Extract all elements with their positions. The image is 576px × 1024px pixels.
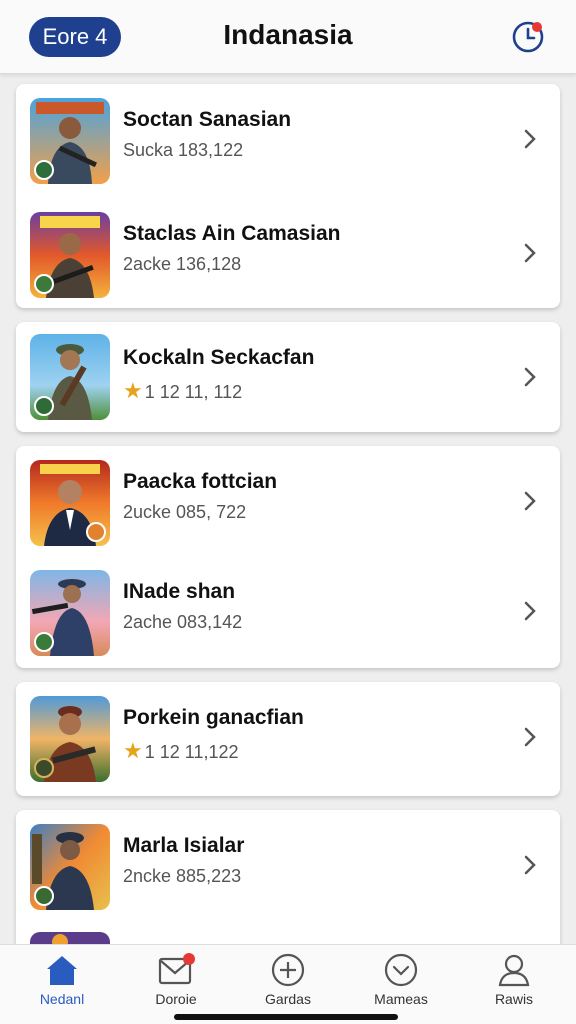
star-icon: ★ [123, 378, 143, 403]
game-stats: 2ucke 085, 722 [123, 502, 247, 522]
nav-tab-mail[interactable]: Doroie [126, 953, 226, 1019]
nav-label: Gardas [265, 991, 311, 1007]
chevron-right-icon [524, 243, 536, 263]
game-thumbnail-icon [30, 212, 110, 298]
chevron-right-icon [524, 727, 536, 747]
list-item[interactable]: Marla Isialar 2ncke 885,223 [16, 810, 560, 924]
game-thumbnail-icon [30, 696, 110, 782]
history-clock-icon[interactable] [511, 20, 545, 54]
game-stats: 2acke 136,128 [123, 254, 242, 274]
list-item[interactable]: Paacka fottcian 2ucke 085, 722 [16, 446, 560, 560]
chevron-right-icon [524, 855, 536, 875]
game-thumbnail-icon [30, 932, 110, 944]
list-card: Porkein ganacfian ★ 1 12 11,122 [16, 682, 560, 796]
game-thumbnail-icon [30, 824, 110, 910]
game-title: Staclas Ain Camasian [123, 222, 341, 245]
page-title: Indanasia [223, 19, 353, 50]
game-title: INade shan [123, 580, 236, 603]
game-thumbnail-icon [30, 460, 110, 546]
list-item[interactable]: Porkein ganacfian ★ 1 12 11,122 [16, 682, 560, 796]
star-icon: ★ [123, 738, 143, 763]
home-icon [47, 956, 77, 985]
game-title: Marla Isialar [123, 834, 245, 857]
bottom-nav: Nedanl Doroie Gardas Mameas Rawis [0, 944, 576, 1024]
nav-label: Nedanl [39, 991, 85, 1007]
rating-value: 1 12 11, 112 [144, 382, 243, 402]
list-item[interactable]: Staclas Ain Camasian 2acke 136,128 [16, 198, 560, 312]
plus-circle-icon [271, 953, 305, 987]
download-circle-icon [384, 953, 418, 987]
game-thumbnail-icon [30, 98, 110, 184]
list-card: Kockaln Seckacfan ★ 1 12 11, 112 [16, 322, 560, 432]
game-rating: ★ 1 12 11,122 [123, 738, 239, 764]
game-stats: 2ncke 885,223 [123, 866, 242, 886]
list-card: Paacka fottcian 2ucke 085, 722 INade sha… [16, 446, 560, 668]
list-card: Marla Isialar 2ncke 885,223 [16, 810, 560, 944]
game-list: Soctan Sanasian Sucka 183,122 Staclas Ai… [0, 74, 576, 944]
game-thumbnail-icon [30, 570, 110, 656]
game-title: Soctan Sanasian [123, 108, 292, 131]
game-stats: 2ache 083,142 [123, 612, 243, 632]
nav-label: Mameas [374, 991, 428, 1007]
game-title: Paacka fottcian [123, 470, 278, 493]
game-title: Kockaln Seckacfan [123, 346, 315, 369]
nav-tab-home[interactable]: Nedanl [12, 953, 112, 1019]
nav-tab-add[interactable]: Gardas [238, 953, 338, 1019]
list-item[interactable]: Soctan Sanasian Sucka 183,122 [16, 84, 560, 198]
list-item[interactable]: Kockaln Seckacfan ★ 1 12 11, 112 [16, 322, 560, 436]
mail-icon [158, 953, 195, 985]
nav-label: Rawis [494, 991, 534, 1007]
list-item[interactable]: INade shan 2ache 083,142 [16, 556, 560, 670]
nav-tab-downloads[interactable]: Mameas [351, 953, 451, 1019]
home-indicator[interactable] [174, 1014, 398, 1020]
chevron-right-icon [524, 601, 536, 621]
rating-value: 1 12 11,122 [144, 742, 239, 762]
user-icon [498, 954, 530, 987]
app-header: Eore 4 Indanasia [0, 0, 576, 74]
game-title: Porkein ganacfian [123, 706, 304, 729]
game-thumbnail-icon [30, 334, 110, 420]
nav-label: Doroie [155, 991, 197, 1007]
chevron-right-icon [524, 129, 536, 149]
game-stats: Sucka 183,122 [123, 140, 244, 160]
chevron-right-icon [524, 491, 536, 511]
game-rating: ★ 1 12 11, 112 [123, 378, 242, 404]
chevron-right-icon [524, 367, 536, 387]
list-card: Soctan Sanasian Sucka 183,122 Staclas Ai… [16, 84, 560, 308]
nav-tab-profile[interactable]: Rawis [464, 953, 564, 1019]
